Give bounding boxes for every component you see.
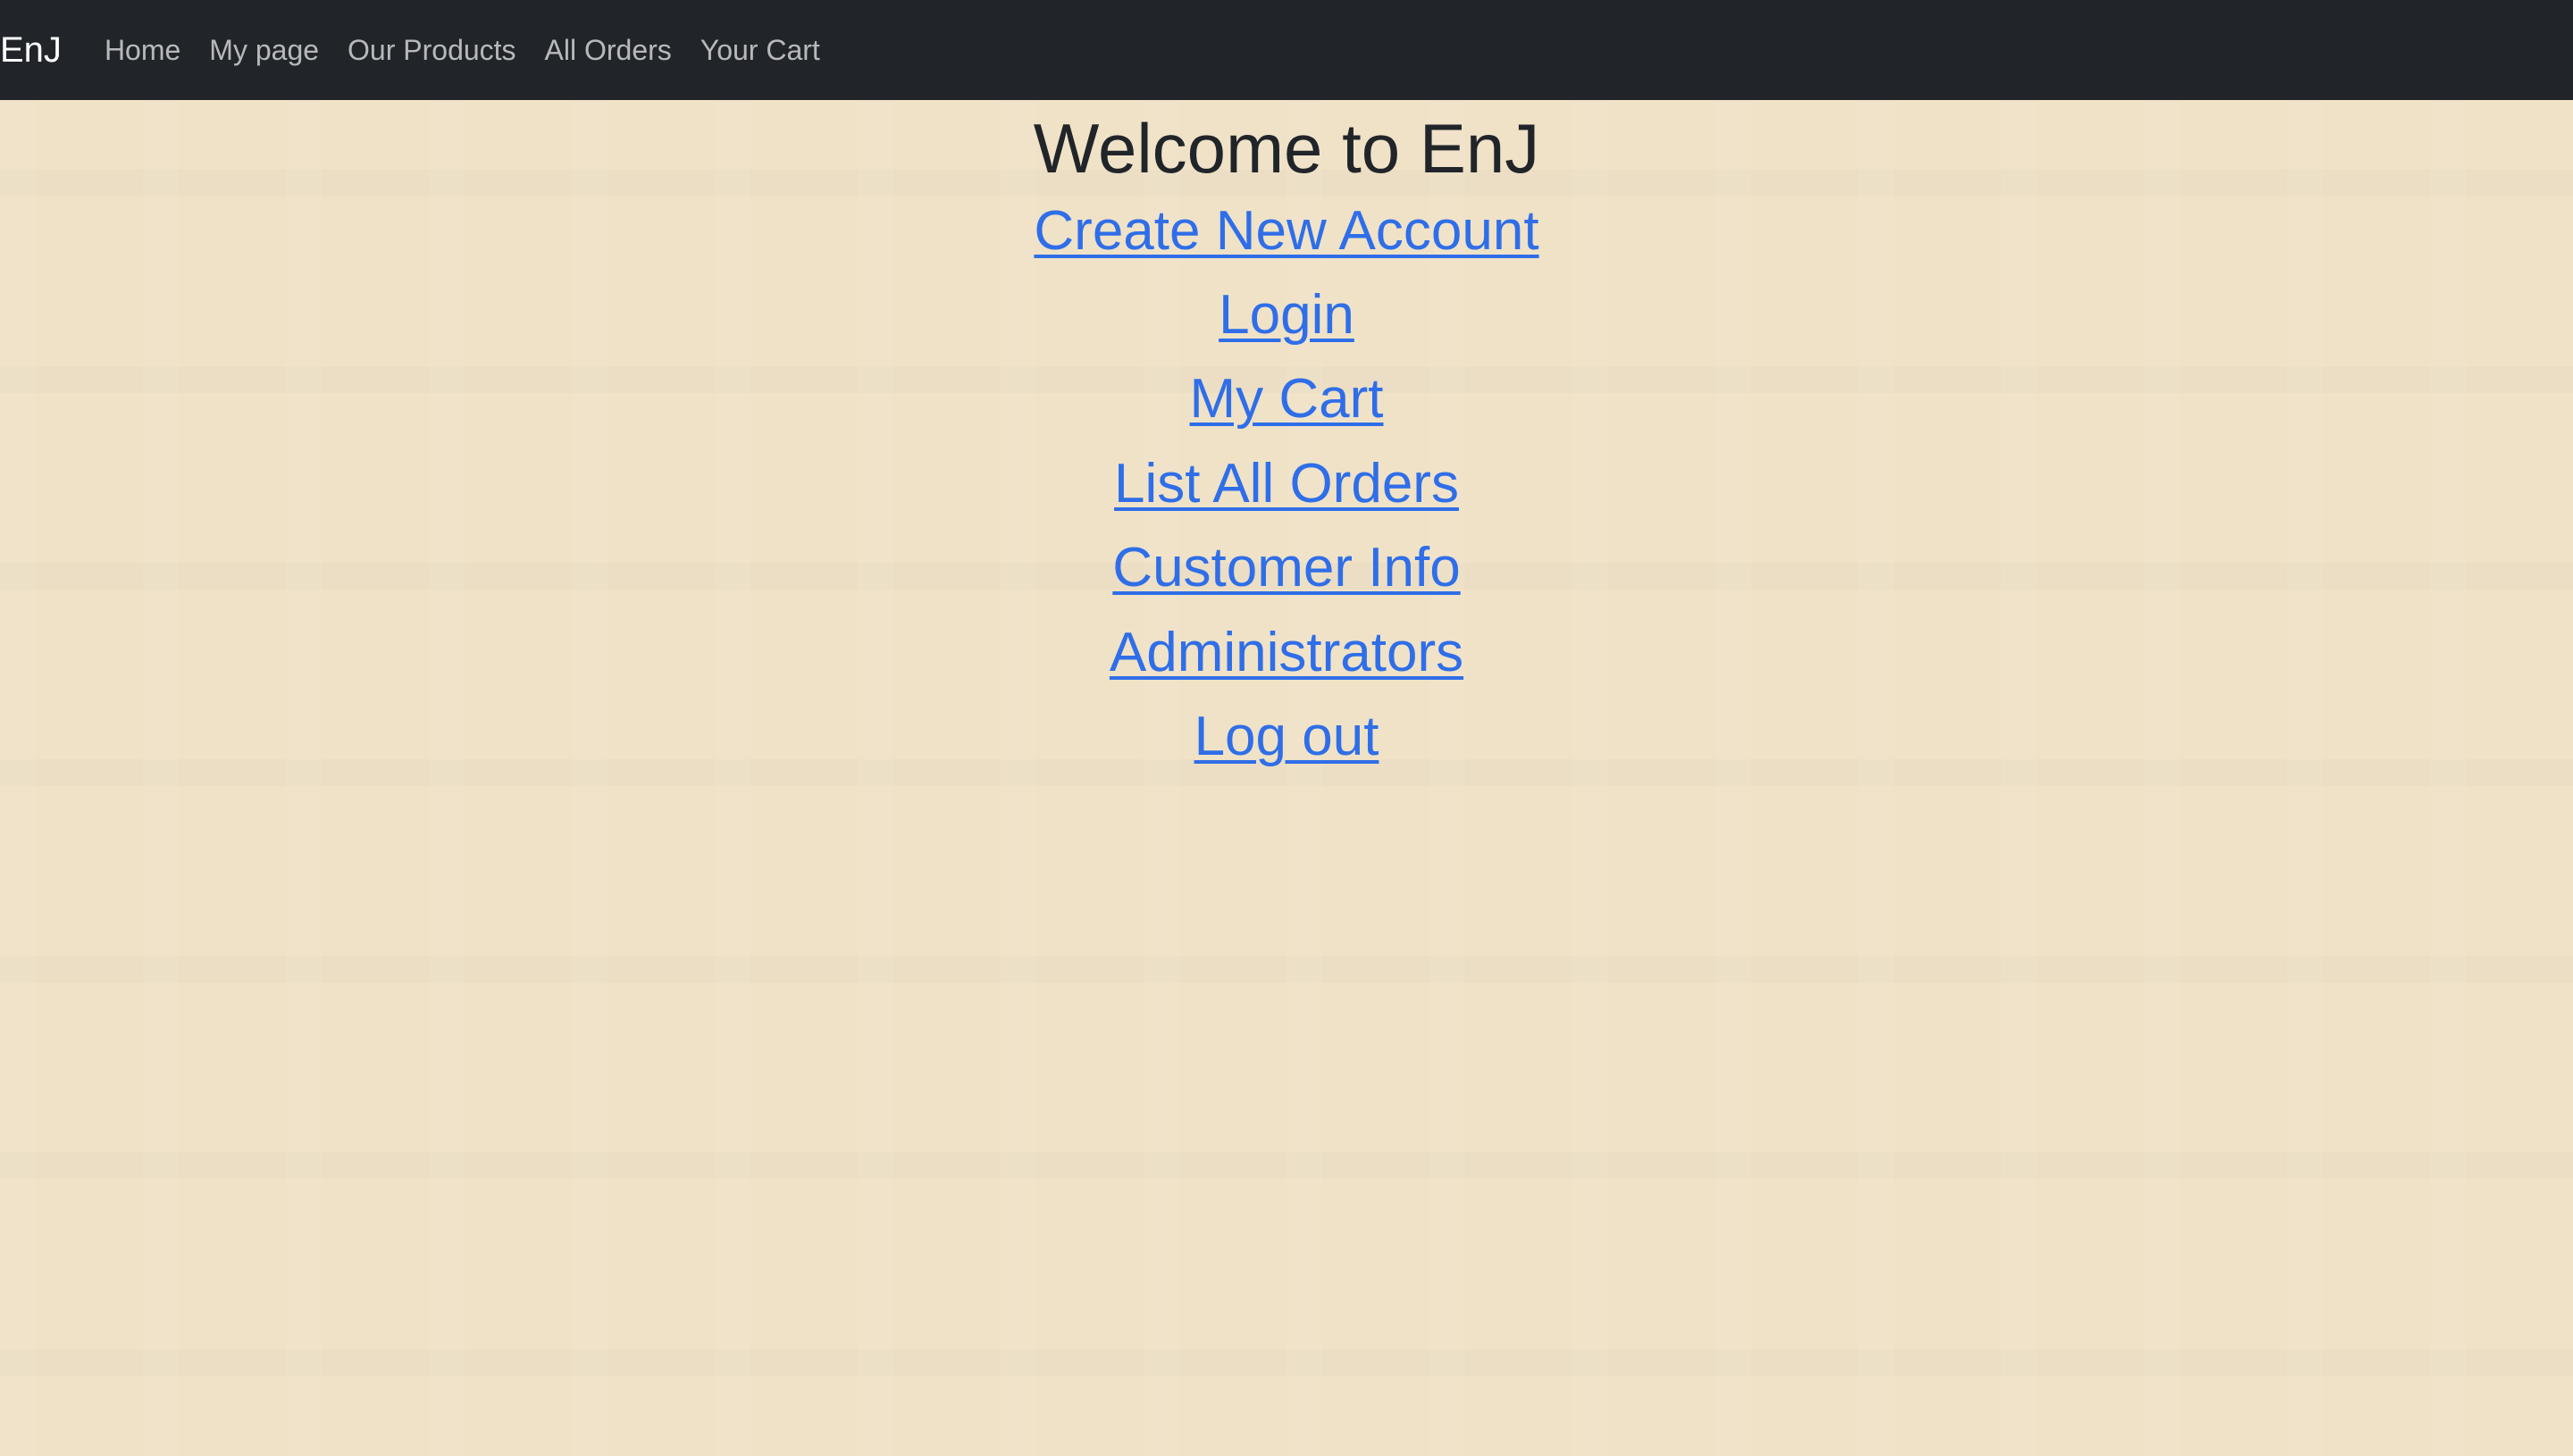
top-navbar: EnJ Home My page Our Products All Orders… (0, 0, 2573, 100)
menu-item-customer-info: Customer Info (1112, 535, 1460, 601)
administrators-link[interactable]: Administrators (1110, 622, 1463, 683)
menu-item-log-out: Log out (1194, 704, 1379, 770)
login-link[interactable]: Login (1219, 284, 1354, 346)
main-menu-list: Create New Account Login My Cart List Al… (1034, 198, 1538, 771)
main-content: Welcome to EnJ Create New Account Login … (0, 100, 2573, 770)
nav-home-link[interactable]: Home (105, 34, 180, 67)
brand-link[interactable]: EnJ (0, 30, 62, 71)
menu-item-create-account: Create New Account (1034, 198, 1538, 264)
menu-item-list-all-orders: List All Orders (1114, 451, 1459, 517)
nav-links: Home My page Our Products All Orders You… (105, 34, 820, 67)
my-cart-link[interactable]: My Cart (1190, 368, 1384, 430)
customer-info-link[interactable]: Customer Info (1112, 537, 1460, 598)
nav-all-orders-link[interactable]: All Orders (545, 34, 672, 67)
list-all-orders-link[interactable]: List All Orders (1114, 453, 1459, 515)
page-title: Welcome to EnJ (1033, 109, 1540, 188)
create-new-account-link[interactable]: Create New Account (1034, 200, 1538, 262)
log-out-link[interactable]: Log out (1194, 706, 1379, 767)
menu-item-my-cart: My Cart (1190, 366, 1384, 432)
nav-my-page-link[interactable]: My page (209, 34, 319, 67)
nav-our-products-link[interactable]: Our Products (348, 34, 516, 67)
menu-item-login: Login (1219, 282, 1354, 348)
nav-your-cart-link[interactable]: Your Cart (700, 34, 820, 67)
menu-item-administrators: Administrators (1110, 620, 1463, 686)
